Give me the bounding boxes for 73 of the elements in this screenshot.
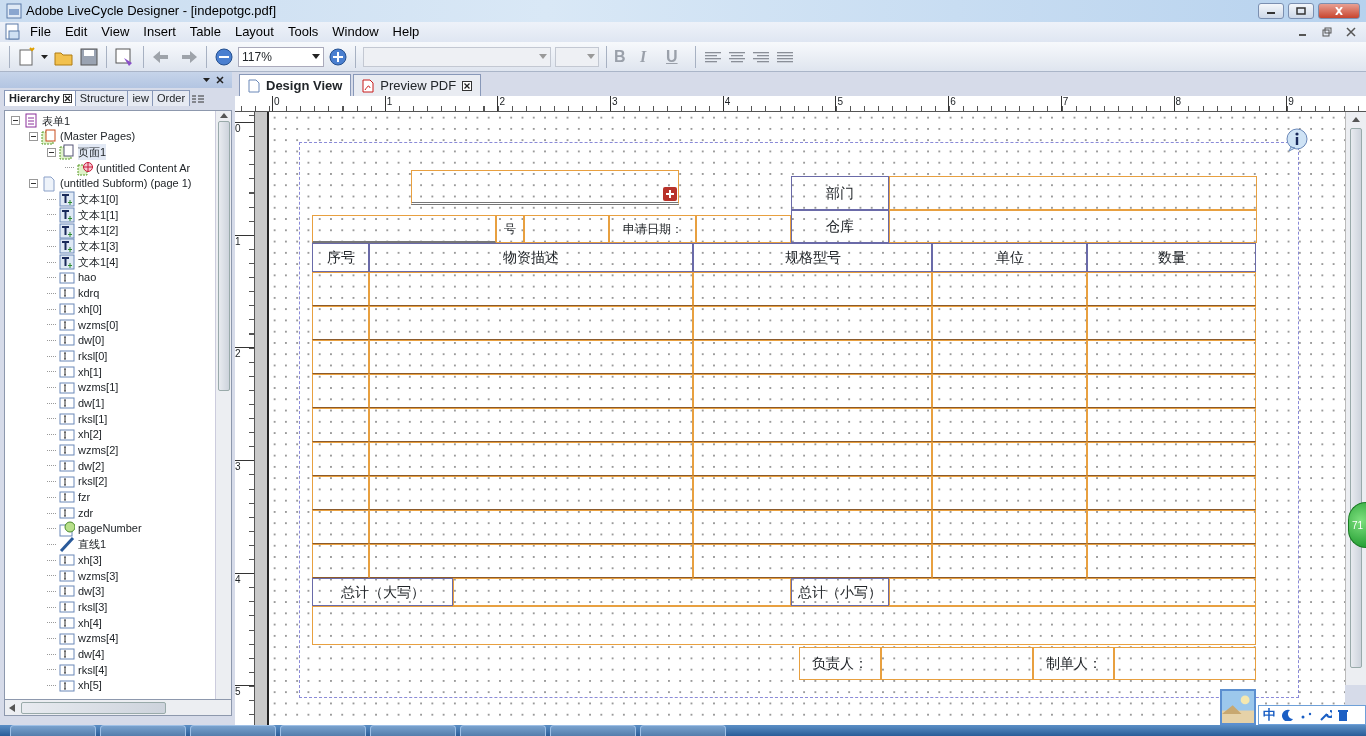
column-header: 序号	[312, 243, 369, 272]
panel-tab[interactable]: Hierarchy	[4, 90, 77, 106]
menu-item[interactable]: Layout	[228, 22, 280, 42]
tree-item[interactable]: xh[0]	[78, 300, 102, 318]
panel-tab[interactable]: Structure	[74, 90, 130, 106]
column-header: 物资描述	[369, 243, 693, 272]
panel-tab[interactable]: iew	[127, 90, 154, 106]
tree-item[interactable]: xh[4]	[78, 614, 102, 632]
menu-item[interactable]: Edit	[58, 22, 94, 42]
tree-item[interactable]: (Master Pages)	[60, 128, 136, 145]
tree-item[interactable]: wzms[1]	[78, 379, 119, 396]
menu-item[interactable]: Insert	[137, 22, 182, 42]
menu-item[interactable]: File	[24, 22, 57, 42]
tree-item[interactable]: dw[3]	[78, 583, 105, 600]
tree-item[interactable]: rksl[4]	[78, 661, 108, 679]
tree-item[interactable]: (untitled Content Ar	[96, 159, 191, 177]
tree-item[interactable]: xh[5]	[78, 677, 102, 694]
window-title: Adobe LiveCycle Designer - [indepotgc.pdf]	[26, 2, 277, 21]
tree-item[interactable]: 页面1	[78, 143, 107, 161]
ruler-number: 3	[235, 460, 254, 573]
tree-item[interactable]: wzms[2]	[78, 442, 119, 459]
tree-item[interactable]: dw[2]	[78, 457, 105, 475]
tree-item[interactable]: 文本1[3]	[78, 238, 119, 255]
tree-item[interactable]: rksl[3]	[78, 598, 108, 616]
tree-item[interactable]: pageNumber	[78, 520, 142, 537]
document-tab[interactable]: Design View	[239, 74, 352, 96]
form-label: 负责人：	[799, 647, 881, 680]
tree-item[interactable]: kdrq	[78, 285, 100, 302]
column-header: 单位	[932, 243, 1087, 272]
menu-item[interactable]: Tools	[281, 22, 325, 42]
menu-item[interactable]: View	[95, 22, 136, 42]
menu-item[interactable]: Window	[326, 22, 385, 42]
tree-item[interactable]: 文本1[4]	[78, 253, 119, 271]
tree-item[interactable]: 文本1[0]	[78, 191, 119, 208]
tree-item[interactable]: xh[1]	[78, 363, 102, 381]
menu-item[interactable]: Help	[386, 22, 426, 42]
column-header: 规格型号	[693, 243, 932, 272]
tree-item[interactable]: dw[1]	[78, 394, 105, 412]
tree-item[interactable]: 文本1[2]	[78, 222, 119, 239]
tree-item[interactable]: 直线1	[78, 536, 107, 553]
ruler-number: 1	[235, 234, 254, 348]
tree-item[interactable]: rksl[2]	[78, 473, 108, 490]
tree-item[interactable]: dw[0]	[78, 332, 105, 349]
tree-item[interactable]: rksl[1]	[78, 410, 108, 428]
tree-item[interactable]: dw[4]	[78, 645, 105, 663]
tree-item[interactable]: wzms[3]	[78, 567, 119, 585]
column-header: 数量	[1087, 243, 1256, 272]
tree-item[interactable]: wzms[0]	[78, 316, 119, 334]
panel-tab[interactable]: Order	[151, 90, 191, 106]
form-label: 仓库	[791, 210, 889, 243]
tree-item[interactable]: (untitled Subform) (page 1)	[60, 175, 192, 192]
ruler-number: 4	[235, 572, 254, 686]
tree-item[interactable]: 表单1	[42, 112, 71, 130]
form-label: 申请日期：	[609, 215, 696, 243]
zoom-field[interactable]: 117%	[238, 46, 324, 67]
form-label: 总计（大写）	[312, 578, 453, 606]
form-label: 制单人：	[1033, 647, 1114, 680]
tree-item[interactable]: hao	[78, 269, 97, 286]
ruler-number: 0	[235, 122, 254, 235]
tree-item[interactable]: xh[3]	[78, 551, 102, 569]
form-label: 号	[496, 215, 524, 243]
form-label: 总计（小写）	[791, 578, 889, 606]
ime-mode-button[interactable]: 中	[1263, 705, 1276, 725]
tree-item[interactable]: xh[2]	[78, 426, 102, 443]
tree-item[interactable]: zdr	[78, 504, 94, 522]
ruler-number: 2	[235, 347, 254, 461]
tree-item[interactable]: 文本1[1]	[78, 206, 119, 224]
menu-item[interactable]: Table	[183, 22, 227, 42]
document-tab[interactable]: Preview PDF	[353, 74, 482, 96]
tree-item[interactable]: wzms[4]	[78, 630, 119, 647]
tree-item[interactable]: fzr	[78, 489, 91, 506]
tree-item[interactable]: rksl[0]	[78, 347, 108, 365]
form-label: 部门	[791, 176, 889, 210]
